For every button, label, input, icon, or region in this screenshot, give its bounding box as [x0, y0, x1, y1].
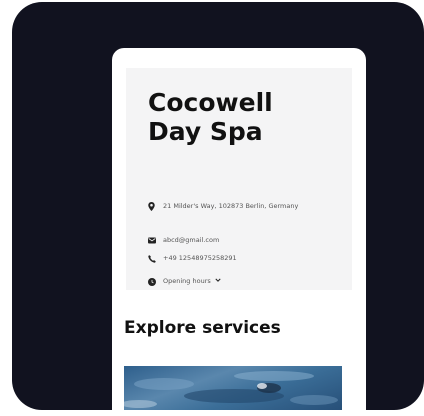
- business-name: Cocowell Day Spa: [148, 88, 273, 146]
- phone-text[interactable]: +49 12548975258291: [163, 254, 313, 263]
- phone-row[interactable]: +49 12548975258291: [148, 254, 313, 263]
- phone-screen: Cocowell Day Spa 21 Milder's Way, 102873…: [112, 48, 366, 410]
- address-row: 21 Milder's Way, 102873 Berlin, Germany: [148, 202, 313, 211]
- opening-hours-toggle[interactable]: Opening hours: [148, 277, 221, 286]
- email-row[interactable]: abcd@gmail.com: [148, 236, 313, 245]
- business-info-card: Cocowell Day Spa 21 Milder's Way, 102873…: [126, 68, 352, 290]
- location-pin-icon: [148, 202, 158, 211]
- explore-services-heading: Explore services: [124, 318, 281, 338]
- address-text: 21 Milder's Way, 102873 Berlin, Germany: [163, 202, 299, 210]
- envelope-icon: [148, 236, 158, 245]
- clock-icon: [148, 277, 158, 286]
- service-image[interactable]: [124, 366, 342, 410]
- water-texture: [124, 371, 338, 408]
- phone-icon: [148, 254, 158, 263]
- email-text[interactable]: abcd@gmail.com: [163, 236, 313, 245]
- chevron-down-icon[interactable]: [215, 277, 221, 283]
- device-frame: Cocowell Day Spa 21 Milder's Way, 102873…: [12, 2, 424, 410]
- opening-hours-label[interactable]: Opening hours: [163, 277, 211, 286]
